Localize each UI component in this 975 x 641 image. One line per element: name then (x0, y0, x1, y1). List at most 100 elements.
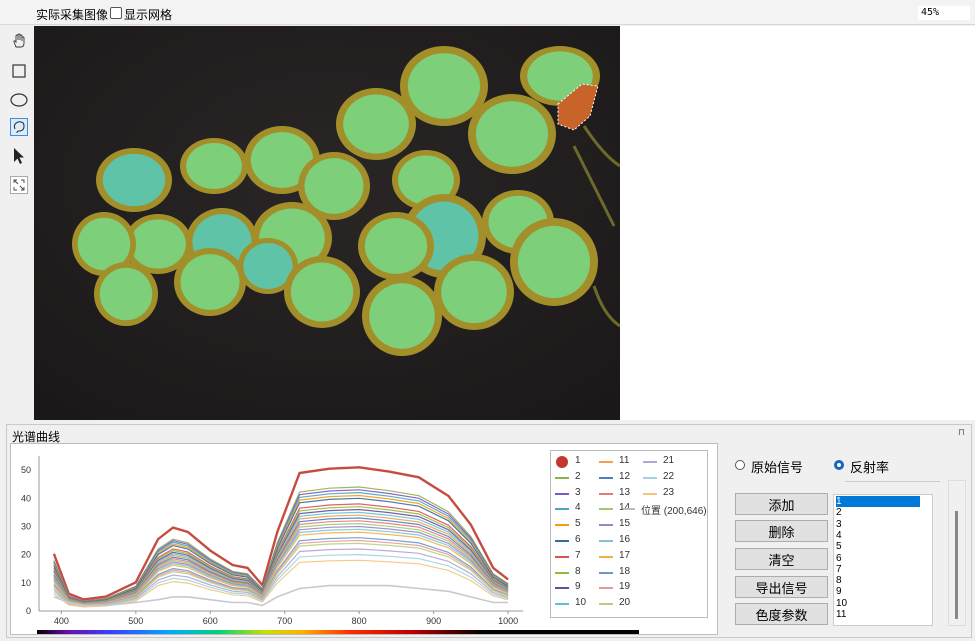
y-tick-label: 20 (21, 550, 31, 560)
x-tick-label: 500 (128, 616, 143, 626)
legend-swatch-11 (599, 461, 613, 463)
grape-mask (102, 153, 166, 207)
legend-label-4: 4 (575, 502, 581, 514)
legend-label-8: 8 (575, 565, 581, 577)
legend-label-20: 20 (619, 597, 631, 609)
legend-swatch-6 (555, 540, 569, 542)
legend-swatch-13 (599, 492, 613, 495)
legend-swatch-16 (599, 540, 613, 542)
grape-mask (186, 143, 242, 189)
list-item[interactable]: 11 (836, 609, 846, 620)
grape-mask (290, 262, 354, 322)
clear-button[interactable]: 清空 (735, 548, 828, 570)
list-item[interactable]: 9 (836, 586, 842, 597)
list-item[interactable]: 10 (836, 598, 847, 609)
legend-swatch-15 (599, 524, 613, 527)
legend-label-6: 6 (575, 534, 581, 545)
grape-mask (343, 94, 409, 154)
radio-reflectance-label[interactable]: 反射率 (850, 457, 889, 476)
grape-mask (99, 267, 153, 321)
legend-label-18: 18 (619, 565, 631, 577)
legend-label-2: 2 (575, 470, 581, 482)
x-tick-label: 900 (426, 616, 441, 626)
legend-label-9: 9 (575, 581, 581, 593)
legend-label-21: 21 (663, 455, 675, 466)
tool-palette (6, 26, 32, 426)
show-grid-label[interactable]: 显示网格 (124, 6, 172, 23)
list-item[interactable]: 6 (836, 553, 842, 564)
legend-swatch-19 (599, 587, 613, 590)
legend-swatch-22 (643, 476, 657, 479)
legend-swatch-17 (599, 555, 613, 558)
ellipse-icon[interactable] (10, 91, 28, 109)
y-tick-label: 30 (21, 521, 31, 531)
list-item[interactable]: 4 (836, 530, 842, 541)
legend-swatch-20 (599, 603, 613, 606)
legend-swatch-2 (555, 476, 569, 479)
legend-label-13: 13 (619, 486, 631, 498)
legend-swatch-12 (599, 476, 613, 479)
chart-legend: 1234567891011121314151617181920212223位置 … (550, 450, 708, 618)
legend-swatch-8 (555, 571, 569, 574)
legend-swatch-1 (556, 456, 568, 468)
legend-label-12: 12 (619, 470, 631, 482)
image-title: 实际采集图像 (36, 8, 109, 22)
legend-position-label: 位置 (200,646) (641, 506, 707, 518)
legend-label-1: 1 (575, 455, 581, 466)
pointer-icon[interactable] (10, 147, 28, 165)
add-button[interactable]: 添加 (735, 493, 828, 515)
captured-image[interactable] (34, 26, 620, 420)
radio-raw-signal-label[interactable]: 原始信号 (751, 457, 803, 476)
legend-swatch-4 (555, 508, 569, 511)
grape-image (34, 26, 620, 420)
grape-mask (407, 53, 481, 119)
legend-label-15: 15 (619, 518, 631, 530)
legend-swatch-3 (555, 492, 569, 495)
legend-label-19: 19 (619, 581, 631, 593)
list-item[interactable]: 3 (836, 519, 842, 530)
radio-reflectance[interactable] (834, 460, 844, 470)
list-item[interactable]: 5 (836, 541, 842, 552)
grape-mask (180, 254, 240, 310)
image-toolbar: 实际采集图像 显示网格 45% (0, 0, 975, 25)
rectangle-icon[interactable] (10, 62, 28, 80)
show-grid-checkbox[interactable] (110, 7, 122, 19)
y-tick-label: 50 (21, 465, 31, 475)
zoom-level[interactable]: 45% (918, 6, 970, 20)
grape-mask (475, 101, 549, 167)
list-item[interactable]: 8 (836, 575, 842, 586)
wavelength-color-bar (37, 630, 639, 634)
color-params-button[interactable]: 色度参数 (735, 603, 828, 625)
scroll-thumb[interactable] (955, 511, 958, 619)
legend-label-3: 3 (575, 486, 581, 498)
image-canvas-blank (620, 26, 975, 420)
radio-raw-signal[interactable] (735, 460, 745, 470)
export-signal-button[interactable]: 导出信号 (735, 576, 828, 598)
x-tick-label: 800 (352, 616, 367, 626)
legend-swatch-21 (643, 461, 657, 463)
list-item[interactable]: 2 (836, 507, 842, 518)
x-tick-label: 600 (203, 616, 218, 626)
delete-button[interactable]: 删除 (735, 520, 828, 542)
grape-mask (364, 218, 428, 274)
legend-swatch-10 (555, 603, 569, 606)
lasso-icon[interactable] (10, 118, 28, 136)
hand-icon[interactable] (10, 32, 28, 50)
y-tick-label: 0 (26, 606, 31, 616)
legend-label-10: 10 (575, 597, 587, 609)
legend-swatch-9 (555, 587, 569, 590)
x-tick-label: 400 (54, 616, 69, 626)
sample-list[interactable]: 1 2 3 4 5 6 7 8 9 10 11 (833, 494, 933, 626)
list-item[interactable]: 1 (836, 496, 920, 507)
x-tick-label: 1000 (498, 616, 518, 626)
legend-label-7: 7 (575, 549, 581, 561)
fit-view-icon[interactable] (10, 176, 28, 194)
legend-label-11: 11 (619, 455, 630, 466)
legend-label-22: 22 (663, 470, 675, 482)
vertical-scrollbar[interactable] (948, 480, 966, 626)
pin-icon[interactable]: ⊓ (958, 427, 965, 438)
list-item[interactable]: 7 (836, 564, 842, 575)
y-tick-label: 10 (21, 578, 31, 588)
legend-swatch-5 (555, 524, 569, 527)
y-tick-label: 40 (21, 493, 31, 503)
